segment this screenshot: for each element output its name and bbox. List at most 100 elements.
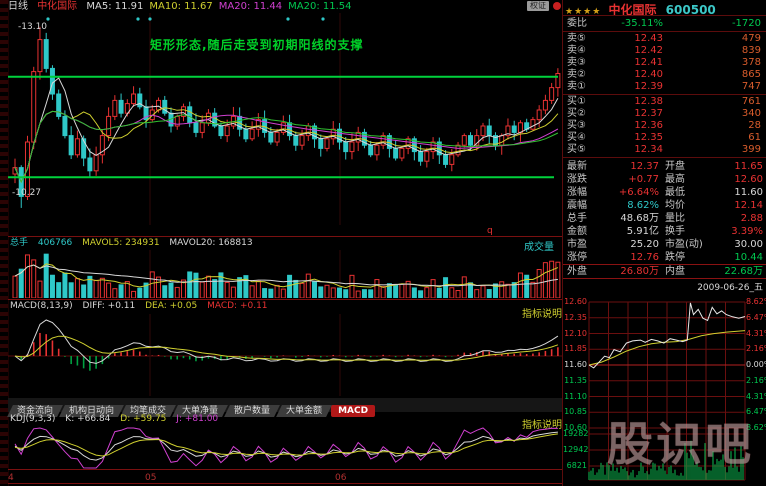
depth-qty: 839: [691, 45, 761, 57]
volume-chart: [8, 250, 562, 298]
depth-qty: 340: [691, 108, 761, 120]
info-value-right: 12.14: [711, 199, 763, 212]
info-label-right: 均价: [665, 199, 685, 212]
low-price-mark: -10.27: [12, 188, 41, 198]
info-label-right: 跌停: [665, 251, 685, 264]
bid-row-1[interactable]: 买①12.38761: [563, 96, 766, 108]
x-axis-label-1: 05: [145, 473, 156, 483]
date-label: 2009-06-26_五: [563, 280, 763, 293]
tab-4[interactable]: 散户数量: [224, 405, 280, 417]
info-value-left: +6.64%: [593, 186, 659, 199]
high-price-mark: -13.10: [18, 22, 47, 32]
kline-header: 日线 中化国际 MA5: 11.91MA10: 11.67MA20: 11.44…: [8, 0, 562, 13]
depth-price: 12.34: [597, 144, 663, 156]
tab-active-6[interactable]: MACD: [331, 405, 375, 417]
depth-qty: 399: [691, 144, 761, 156]
kdj-header: KDJ(9,3,3) K: +66.84 D: +59.75 J: +81.00: [10, 414, 225, 425]
stock-name-label: 中化国际: [37, 1, 77, 12]
tab-5[interactable]: 大单金额: [276, 405, 332, 417]
x-axis-labels: 40506: [8, 473, 562, 483]
zongshou-value: 406766: [38, 238, 72, 248]
bid-row-3[interactable]: 买③12.3628: [563, 120, 766, 132]
separator: [563, 15, 766, 16]
ma-item-3: MA20: 11.54: [288, 1, 351, 12]
marker-q: q: [487, 226, 493, 236]
ask-row-4[interactable]: 卖④12.42839: [563, 45, 766, 57]
info-label-right: 内盘: [665, 265, 685, 278]
info-label-left: 涨停: [567, 251, 587, 264]
depth-label: 买④: [567, 132, 586, 144]
kdj-title: KDJ(9,3,3): [10, 414, 55, 424]
weicha-value: -1720: [691, 18, 761, 30]
info-label-right: 换手: [665, 225, 685, 238]
info-value-right: 30.00: [711, 238, 763, 251]
info-value-left: 8.62%: [593, 199, 659, 212]
intraday-vol-label-0: 19282: [563, 430, 587, 438]
separator: [563, 94, 766, 95]
tab-label: 散户数量: [234, 405, 270, 417]
depth-price: 12.40: [597, 69, 663, 81]
info-label-left: 最新: [567, 160, 587, 173]
depth-label: 卖①: [567, 81, 586, 93]
weibi-row: 委比 -35.11% -1720: [563, 18, 766, 30]
info-value-right: 3.39%: [711, 225, 763, 238]
corner-button[interactable]: 权证: [527, 1, 549, 11]
ask-row-1[interactable]: 卖①12.39747: [563, 81, 766, 93]
intraday-pct-label-3: 2.16%: [746, 345, 766, 353]
info-row-3: 震幅8.62%均价12.14: [563, 199, 766, 212]
intraday-price-label-3: 11.85: [563, 345, 587, 353]
info-row-2: 涨幅+6.64%最低11.60: [563, 186, 766, 199]
kdj-j: J: +81.00: [176, 414, 218, 424]
info-value-left: 25.20: [593, 238, 659, 251]
quote-panel: ★★★★ 中化国际 600500 委比 -35.11% -1720 卖⑤12.4…: [562, 0, 766, 486]
ask-row-5[interactable]: 卖⑤12.43479: [563, 33, 766, 45]
info-row-7: 涨停12.76跌停10.44: [563, 251, 766, 264]
intraday-vol-label-2: 6821: [563, 462, 587, 470]
red-dot-icon: [553, 2, 561, 10]
bid-row-4[interactable]: 买④12.3561: [563, 132, 766, 144]
mavol20-value: MAVOL20: 168813: [169, 238, 252, 248]
watermark: 股识吧: [607, 408, 754, 474]
depth-label: 买③: [567, 120, 586, 132]
info-label-right: 最低: [665, 186, 685, 199]
pane-separator: [8, 236, 562, 237]
kdj-k: K: +66.84: [65, 414, 110, 424]
depth-label: 卖⑤: [567, 33, 586, 45]
mavol5-value: MAVOL5: 234931: [82, 238, 159, 248]
quote-header: ★★★★ 中化国际 600500: [563, 1, 766, 14]
depth-qty: 378: [691, 57, 761, 69]
ask-row-3[interactable]: 卖③12.41378: [563, 57, 766, 69]
macd-dea: DEA: +0.05: [145, 301, 197, 311]
intraday-price-label-2: 12.10: [563, 330, 587, 338]
info-row-1: 涨跌+0.77最高12.60: [563, 173, 766, 186]
bid-row-5[interactable]: 买⑤ 12.34 399: [563, 144, 766, 156]
info-label-left: 金额: [567, 225, 587, 238]
ask-row-2[interactable]: 卖② 12.40 865: [563, 69, 766, 81]
separator: [563, 157, 766, 158]
depth-qty: 28: [691, 120, 761, 132]
kdj-d: D: +59.75: [120, 414, 166, 424]
info-value-right: 12.60: [711, 173, 763, 186]
zongshou-label: 总手: [10, 238, 28, 248]
depth-label: 卖②: [567, 69, 586, 81]
intraday-pct-label-4: 0.00%: [746, 361, 766, 369]
info-label-left: 涨跌: [567, 173, 587, 186]
depth-label: 买⑤: [567, 144, 586, 156]
intraday-price-label-4: 11.60: [563, 361, 587, 369]
ma-item-2: MA20: 11.44: [219, 1, 282, 12]
info-label-right: 最高: [665, 173, 685, 186]
bid-row-2[interactable]: 买②12.37340: [563, 108, 766, 120]
info-value-left: 12.37: [593, 160, 659, 173]
period-label[interactable]: 日线: [8, 1, 28, 12]
depth-label: 卖③: [567, 57, 586, 69]
tab-label: 大单金额: [286, 405, 322, 417]
intraday-price-label-7: 10.85: [563, 408, 587, 416]
x-axis-line: [8, 469, 562, 470]
depth-qty: 61: [691, 132, 761, 144]
info-value-left: 5.91亿: [593, 225, 659, 238]
info-label-left: 总手: [567, 212, 587, 225]
info-label-right: 量比: [665, 212, 685, 225]
info-value-right: 22.68万: [711, 265, 763, 278]
info-value-left: 48.68万: [593, 212, 659, 225]
depth-qty: 865: [691, 69, 761, 81]
